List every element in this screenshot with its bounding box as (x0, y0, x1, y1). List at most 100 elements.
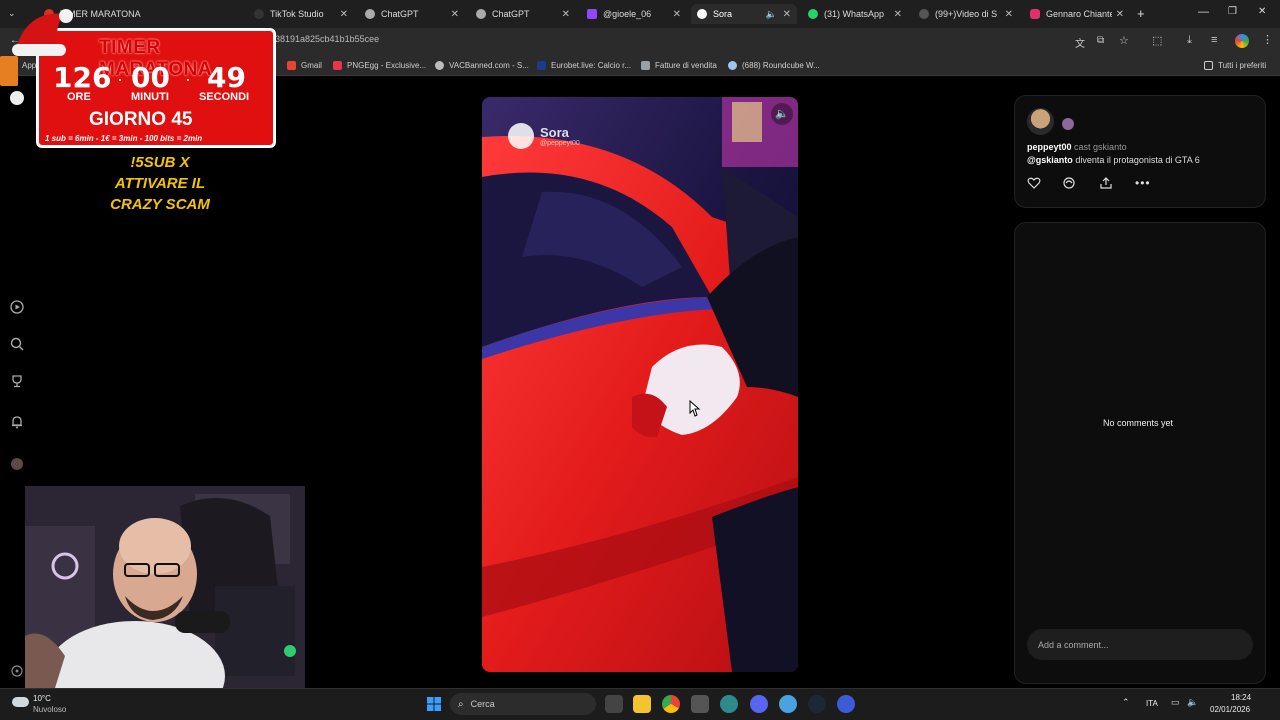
bookmark-roundcube[interactable]: (688) Roundcube W... (728, 61, 820, 70)
author-avatar[interactable] (1027, 108, 1054, 135)
instagram-icon (1030, 9, 1040, 19)
maximize-button[interactable]: ❐ (1228, 6, 1237, 17)
settings-icon[interactable] (9, 663, 25, 679)
timer-hours: 126 (53, 61, 112, 94)
globe-app-icon[interactable] (720, 695, 738, 713)
close-icon[interactable]: ✕ (783, 9, 791, 20)
play-icon[interactable] (9, 299, 25, 315)
tab-label: ChatGPT (381, 9, 419, 19)
weather-icon[interactable] (12, 697, 29, 707)
chrome-icon[interactable] (662, 695, 680, 713)
profile-avatar[interactable] (1235, 34, 1249, 48)
bookmark-label: PNGEgg - Exclusive... (347, 61, 427, 70)
network-icon[interactable]: ▭ (1171, 697, 1180, 708)
tab-whatsapp[interactable]: (31) WhatsApp ✕ (802, 4, 908, 24)
tiktok-icon (254, 9, 264, 19)
speaker-icon[interactable]: 🔈 (766, 9, 777, 20)
trophy-icon[interactable] (9, 373, 25, 389)
eurobet-icon (537, 61, 546, 70)
close-window-button[interactable]: ✕ (1258, 6, 1266, 17)
bookmark-eurobet[interactable]: Eurobet.live: Calcio r... (537, 61, 631, 70)
close-icon[interactable]: ✕ (451, 9, 459, 20)
bookmark-pngegg[interactable]: PNGEgg - Exclusive... (333, 61, 426, 70)
close-icon[interactable]: ✕ (673, 9, 681, 20)
sub-promo-line: CRAZY SCAM (110, 196, 210, 213)
vpn-icon[interactable] (779, 695, 797, 713)
new-tab-button[interactable]: + (1137, 6, 1145, 21)
bookmarks-apps[interactable]: App (22, 61, 36, 70)
windows-start-icon[interactable] (427, 697, 441, 711)
tab-chatgpt-2[interactable]: ChatGPT ✕ (470, 4, 576, 24)
tab-chatgpt-1[interactable]: ChatGPT ✕ (359, 4, 465, 24)
bookmark-label: Fatture di vendita (655, 61, 717, 70)
tab-label: TikTok Studio (270, 9, 324, 19)
download-icon[interactable]: ⤓ (1187, 34, 1192, 47)
file-explorer-icon[interactable] (633, 695, 651, 713)
close-icon[interactable]: ✕ (894, 9, 902, 20)
bookmark-fatture[interactable]: Fatture di vendita (641, 61, 717, 70)
url-field[interactable]: 38191a825cb41b1b55cee (275, 34, 379, 44)
discord-icon[interactable] (750, 695, 768, 713)
timer-minutes: 00 (131, 61, 170, 94)
bookmark-vacbanned[interactable]: VACBanned.com - S... (435, 61, 529, 70)
tab-label: Gennaro Chiante (1046, 9, 1112, 19)
volume-icon[interactable]: 🔈 (1187, 697, 1198, 708)
reading-list-icon[interactable]: ≡ (1211, 34, 1217, 46)
vacbanned-icon (435, 61, 444, 70)
bell-icon[interactable] (9, 414, 25, 430)
tab-tiktok-video[interactable]: (99+)Video di Sc ✕ (913, 4, 1019, 24)
translate-icon[interactable]: 文 (1075, 35, 1085, 50)
extensions-icon[interactable]: ⬚ (1152, 34, 1162, 47)
remix-icon[interactable] (1062, 176, 1076, 190)
tab-instagram[interactable]: Gennaro Chiante ✕ (1024, 4, 1130, 24)
tab-sora[interactable]: Sora 🔈 ✕ (691, 4, 797, 24)
taskbar-search[interactable]: ⌕ Cerca (450, 693, 596, 715)
cast-avatar[interactable] (1062, 118, 1074, 130)
clock-date[interactable]: 02/01/2026 (1210, 705, 1250, 714)
language-indicator[interactable]: ITA (1146, 699, 1158, 708)
bookmark-label: VACBanned.com - S... (449, 61, 529, 70)
bookmarks-folder[interactable]: Tutti i preferiti (1204, 61, 1266, 70)
watermark-brand: Sora (540, 125, 569, 140)
tab-twitch[interactable]: @gioele_06 ✕ (581, 4, 687, 24)
post-mention[interactable]: @gskianto (1027, 155, 1073, 165)
watermark-handle: @peppeyt00 (540, 140, 580, 147)
bookmark-star-icon[interactable]: ☆ (1119, 34, 1129, 47)
install-icon[interactable]: ⧉ (1097, 35, 1104, 46)
whatsapp-icon (808, 9, 818, 19)
tab-label: (99+)Video di Sc (935, 9, 997, 19)
bookmark-label: Gmail (301, 61, 322, 70)
bookmark-gmail[interactable]: Gmail (287, 61, 322, 70)
sora-logo-icon (508, 123, 534, 149)
close-icon[interactable]: ✕ (1116, 9, 1124, 20)
heart-icon[interactable] (1027, 176, 1041, 190)
search-icon[interactable] (9, 336, 25, 352)
tab-tiktok-studio[interactable]: TikTok Studio ✕ (248, 4, 354, 24)
app-icon[interactable] (691, 695, 709, 713)
weather-temp[interactable]: 10°C (33, 694, 51, 703)
menu-icon[interactable]: ⋮ (1262, 33, 1273, 46)
clock-time[interactable]: 18:24 (1231, 693, 1251, 702)
sora-icon (697, 9, 707, 19)
close-icon[interactable]: ✕ (1005, 9, 1013, 20)
more-options-icon[interactable]: ••• (1135, 176, 1151, 190)
steam-icon[interactable] (808, 695, 826, 713)
roundcube-icon (728, 61, 737, 70)
comments-panel (1014, 222, 1266, 684)
ghost-icon (10, 91, 24, 105)
no-comments-text: No comments yet (1103, 418, 1174, 428)
user-avatar[interactable] (11, 458, 23, 470)
chevron-up-icon[interactable]: ⌃ (1122, 697, 1130, 708)
close-icon[interactable]: ✕ (340, 9, 348, 20)
task-view-icon[interactable] (605, 695, 623, 713)
weather-desc[interactable]: Nuvoloso (33, 705, 66, 714)
volume-button[interactable]: 🔈 (771, 103, 793, 125)
post-author[interactable]: peppeyt00 (1027, 142, 1072, 152)
minimize-button[interactable]: — (1198, 6, 1209, 18)
share-icon[interactable] (1099, 176, 1113, 190)
post-cast[interactable]: cast gskianto (1074, 142, 1127, 152)
comment-input[interactable] (1027, 629, 1253, 660)
close-icon[interactable]: ✕ (562, 9, 570, 20)
video-player[interactable]: Sora @peppeyt00 🔈 (482, 97, 798, 672)
arc-app-icon[interactable] (837, 695, 855, 713)
